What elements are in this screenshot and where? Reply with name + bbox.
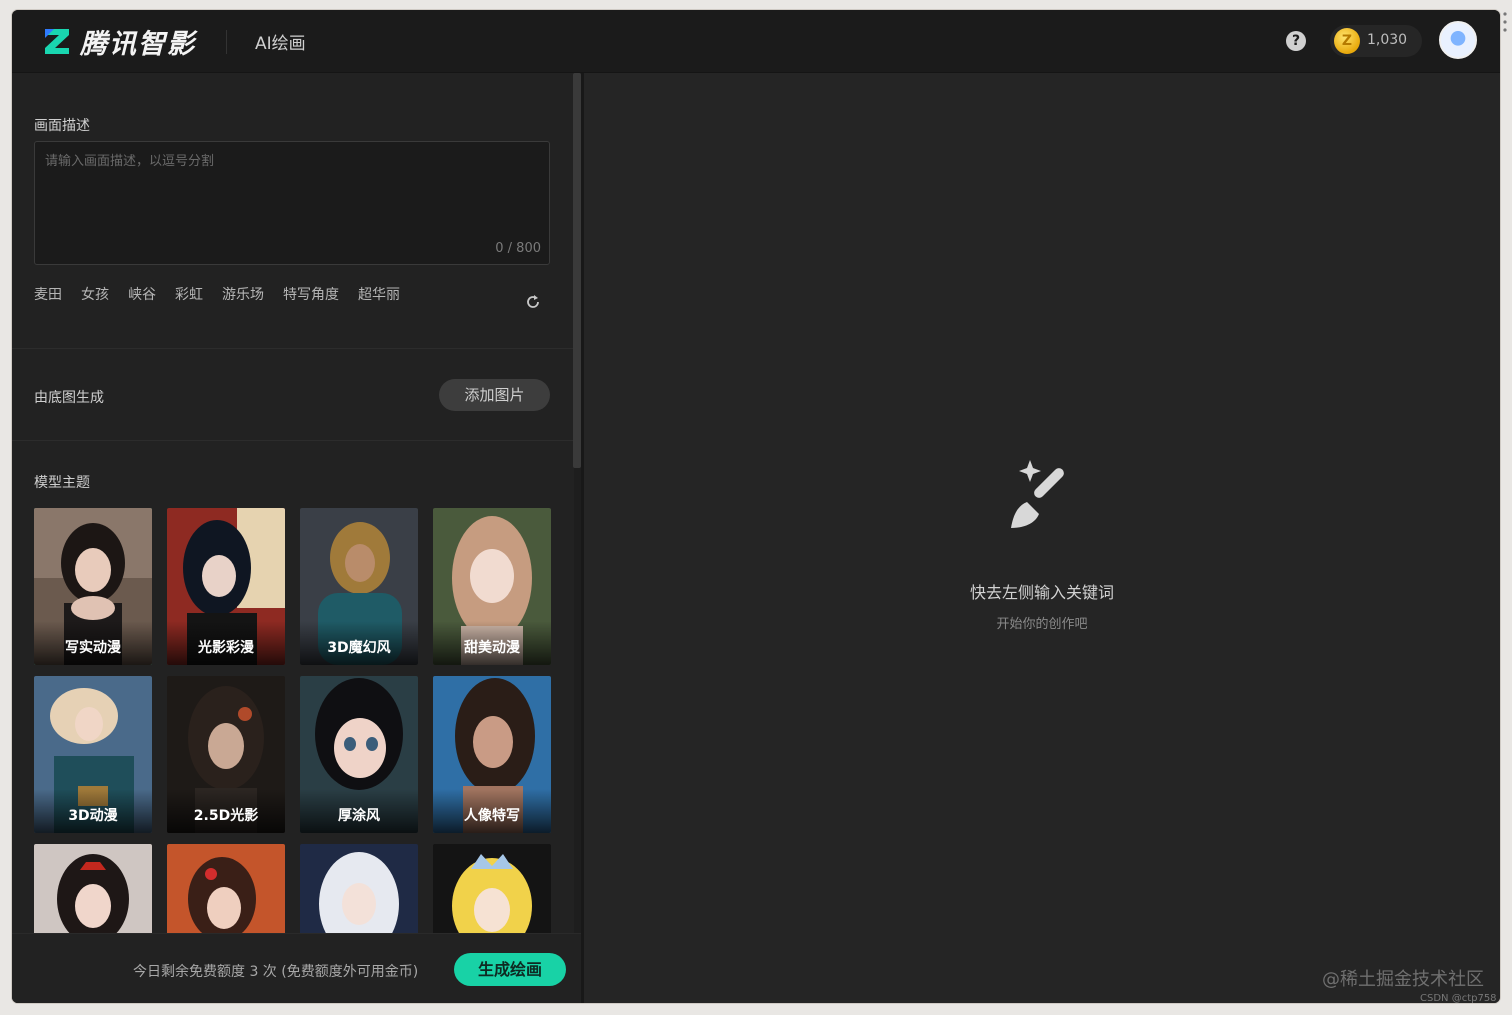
theme-tile[interactable]	[300, 844, 418, 942]
theme-tile-3d-fantasy[interactable]: 3D魔幻风	[300, 508, 418, 665]
theme-tile-portrait[interactable]: 人像特写	[433, 676, 551, 833]
prompt-box: 0 / 800	[34, 141, 550, 265]
more-dots-icon[interactable]	[1502, 10, 1508, 36]
model-theme-grid: 写实动漫 光影彩漫 3D魔幻风 甜美动漫 3D动漫 2.5D光影 厚涂风 人像特…	[34, 508, 551, 942]
left-panel-scrollbar[interactable]	[573, 73, 581, 468]
keyword-chip[interactable]: 女孩	[81, 284, 109, 304]
keyword-chip[interactable]: 麦田	[34, 284, 62, 304]
brand-name[interactable]: 腾讯智影	[80, 22, 196, 61]
top-bar: 腾讯智影 AI绘画 ? Z 1,030	[12, 10, 1500, 73]
paintbrush-sparkle-icon	[1011, 460, 1064, 528]
header-divider	[226, 30, 227, 54]
watermark-text: @稀土掘金技术社区	[1322, 969, 1484, 990]
theme-tile[interactable]	[34, 844, 152, 942]
keyword-suggestions: 麦田 女孩 峡谷 彩虹 游乐场 特写角度 超华丽	[34, 284, 400, 304]
coin-icon: Z	[1334, 28, 1360, 54]
theme-tile-light-color-anime[interactable]: 光影彩漫	[167, 508, 285, 665]
generate-button[interactable]: 生成绘画	[454, 953, 566, 986]
coin-balance[interactable]: Z 1,030	[1330, 25, 1422, 57]
section-divider	[12, 440, 574, 441]
empty-state-title: 快去左侧输入关键词	[969, 583, 1114, 602]
theme-label: 厚涂风	[338, 808, 380, 824]
theme-tile-thick-paint[interactable]: 厚涂风	[300, 676, 418, 833]
model-theme-section-label: 模型主题	[34, 475, 90, 491]
section-divider	[12, 348, 574, 349]
theme-label: 人像特写	[464, 808, 520, 824]
app-window: 腾讯智影 AI绘画 ? Z 1,030 画面描述 0 / 800 麦田 女孩 峡…	[12, 10, 1500, 1003]
question-circle-icon[interactable]: ?	[1286, 31, 1306, 51]
theme-tile-sweet-anime[interactable]: 甜美动漫	[433, 508, 551, 665]
prompt-input[interactable]	[35, 142, 549, 264]
theme-tile[interactable]	[433, 844, 551, 942]
add-image-button[interactable]: 添加图片	[439, 379, 550, 411]
theme-thumbnail	[433, 844, 551, 942]
refresh-icon[interactable]	[524, 293, 542, 311]
left-settings-panel: 画面描述 0 / 800 麦田 女孩 峡谷 彩虹 游乐场 特写角度 超华丽 由底…	[12, 73, 574, 1003]
theme-tile-3d-anime[interactable]: 3D动漫	[34, 676, 152, 833]
generate-bar: 今日剩余免费额度 3 次 (免费额度外可用金币) 生成绘画	[12, 933, 581, 1003]
coin-count: 1,030	[1367, 32, 1408, 48]
canvas-panel	[584, 73, 1500, 1003]
nav-title-ai-painting[interactable]: AI绘画	[255, 29, 306, 54]
char-count: 0 / 800	[495, 241, 541, 256]
theme-tile-realistic-anime[interactable]: 写实动漫	[34, 508, 152, 665]
keyword-chip[interactable]: 游乐场	[222, 284, 264, 304]
theme-thumbnail	[34, 844, 152, 942]
keyword-chip[interactable]: 特写角度	[283, 284, 339, 304]
brand-logo-icon	[45, 29, 69, 54]
theme-label: 3D动漫	[68, 808, 118, 824]
theme-label: 光影彩漫	[198, 640, 254, 656]
theme-label: 3D魔幻风	[327, 640, 391, 656]
theme-label: 2.5D光影	[193, 808, 259, 824]
theme-thumbnail	[300, 844, 418, 942]
keyword-chip[interactable]: 超华丽	[358, 284, 400, 304]
free-quota-text: 今日剩余免费额度 3 次 (免费额度外可用金币)	[133, 964, 419, 980]
theme-label: 写实动漫	[65, 640, 121, 656]
theme-label: 甜美动漫	[464, 640, 520, 656]
theme-tile[interactable]	[167, 844, 285, 942]
keyword-chip[interactable]: 峡谷	[128, 284, 156, 304]
keyword-chip[interactable]: 彩虹	[175, 284, 203, 304]
user-avatar[interactable]	[1439, 21, 1477, 59]
empty-state-subtitle: 开始你的创作吧	[996, 617, 1088, 632]
base-image-section-label: 由底图生成	[34, 390, 104, 406]
theme-tile-2-5d-light[interactable]: 2.5D光影	[167, 676, 285, 833]
theme-thumbnail	[167, 844, 285, 942]
watermark-small-text: CSDN @ctp758	[1420, 993, 1497, 1004]
prompt-section-label: 画面描述	[34, 118, 90, 134]
